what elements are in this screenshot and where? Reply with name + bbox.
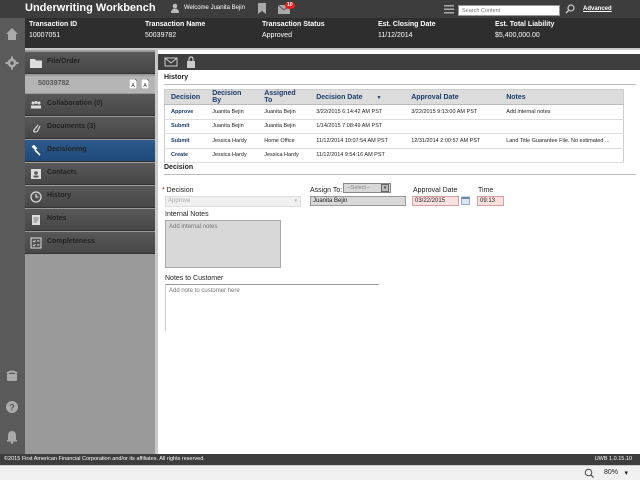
assign-to-field[interactable]: Juanita Bejin	[310, 196, 406, 206]
zoom-level[interactable]: 80%	[604, 469, 618, 476]
divider	[164, 84, 636, 85]
user-icon	[171, 3, 179, 13]
order-number: 50039782	[38, 80, 70, 87]
nav-item-contacts[interactable]: Contacts	[25, 163, 155, 185]
tx-name: Transaction Name 50039782	[145, 21, 206, 39]
nav-item-file-order[interactable]: File/Order	[25, 52, 155, 74]
internal-notes-textarea[interactable]	[165, 220, 281, 268]
checklist-icon	[30, 237, 42, 249]
toolbar	[158, 54, 640, 70]
nav-item-completeness[interactable]: Completeness	[25, 232, 155, 254]
decision-select[interactable]: Approve ▾	[165, 196, 301, 207]
col-decision-by[interactable]: Decision By	[206, 89, 259, 105]
col-notes[interactable]: Notes	[500, 89, 624, 105]
nav-item-history[interactable]: History	[25, 186, 155, 208]
lock-icon[interactable]	[184, 56, 198, 68]
browser-status-bar: 80% ▾	[0, 465, 640, 480]
history-table: Decision Decision By Assigned To Decisio…	[164, 89, 624, 163]
transaction-bar: Transaction ID 10007051 Transaction Name 5…	[25, 18, 640, 48]
nav-item-decisioning[interactable]: Decisioning	[25, 140, 155, 162]
col-decision-date[interactable]: Decision Date ▼	[310, 89, 406, 105]
internal-notes-label: Internal Notes	[165, 211, 209, 218]
table-row[interactable]: Submit Juanita Bejin Juanita Bejin 1/14/…	[164, 119, 624, 134]
decision-title: Decision	[164, 164, 194, 171]
col-assigned-to[interactable]: Assigned To	[258, 89, 311, 105]
phone-icon[interactable]	[5, 368, 19, 382]
time-field[interactable]: 09:13	[477, 196, 504, 206]
email-icon[interactable]	[164, 56, 178, 68]
order-number-row: 50039782 A A	[25, 76, 155, 93]
col-decision[interactable]: Decision	[164, 89, 207, 105]
calendar-icon[interactable]	[461, 196, 470, 205]
top-header: Underwriting Workbench Welcome Juanita B…	[0, 0, 640, 18]
time-label: Time	[478, 187, 494, 194]
gear-icon[interactable]	[5, 56, 19, 70]
contacts-icon	[31, 169, 41, 179]
table-row[interactable]: Approve Juanita Bejin Juanita Bejin 3/22…	[164, 104, 624, 120]
assign-to-select[interactable]: --Select-- ▾	[343, 183, 391, 193]
copyright-text: ©2015 First American Financial Corporati…	[4, 456, 205, 462]
tx-closing-date: Est. Closing Date 11/12/2014	[378, 21, 436, 39]
notes-icon	[32, 215, 40, 225]
table-row[interactable]: Submit Jessica Hardy Home Office 11/12/2…	[164, 133, 624, 149]
version-text: UWB 1.0.15.10	[594, 456, 632, 462]
divider	[164, 174, 636, 175]
chevron-down-icon: ▾	[381, 184, 389, 192]
assign-to-label: Assign To:	[310, 187, 343, 194]
bookmark-icon[interactable]	[258, 3, 266, 14]
footer: ©2015 First American Financial Corporati…	[0, 454, 640, 465]
chevron-down-icon: ▾	[294, 198, 297, 204]
chevron-down-icon[interactable]: ▾	[624, 469, 628, 477]
collaboration-icon	[31, 101, 41, 109]
nav-item-documents[interactable]: Documents (3)	[25, 117, 155, 139]
tx-status: Transaction Status Approved	[262, 21, 325, 39]
mail-count-badge: 10	[285, 2, 295, 9]
zoom-icon[interactable]	[584, 468, 594, 478]
svg-text:?: ?	[9, 403, 15, 413]
main-panel: History Decision Decision By Assigned To…	[158, 50, 640, 454]
col-approval-date[interactable]: Approval Date	[405, 89, 501, 105]
list-icon[interactable]	[444, 5, 454, 14]
app-title: Underwriting Workbench	[25, 2, 156, 14]
nav-item-collaboration[interactable]: Collaboration (0)	[25, 94, 155, 116]
decision-label: * Decision	[162, 187, 194, 194]
welcome-text: Welcome Juanita Bejin	[184, 5, 245, 11]
sort-desc-icon: ▼	[376, 94, 382, 101]
document-pdf-icon[interactable]: A	[141, 79, 149, 89]
nav-sidebar: File/Order 50039782 A A Collaboration (0…	[25, 50, 155, 454]
customer-notes-textarea[interactable]	[165, 284, 379, 331]
document-pdf-icon[interactable]: A	[129, 79, 137, 89]
bell-icon[interactable]	[5, 430, 19, 444]
history-title: History	[164, 74, 189, 81]
tx-total-liability: Est. Total Liability $5,400,000.00	[495, 21, 555, 39]
help-icon[interactable]: ?	[5, 400, 19, 414]
clock-icon	[30, 191, 42, 203]
icon-rail: ?	[0, 18, 25, 454]
paperclip-icon	[33, 124, 41, 133]
nav-item-notes[interactable]: Notes	[25, 209, 155, 231]
search-input[interactable]	[458, 5, 560, 16]
advanced-search-link[interactable]: Advanced	[583, 6, 612, 12]
search-icon[interactable]	[565, 4, 575, 14]
approval-date-label: Approval Date	[413, 187, 458, 194]
tx-id: Transaction ID 10007051	[29, 21, 78, 39]
gavel-icon	[31, 145, 41, 156]
home-icon[interactable]	[5, 27, 19, 41]
table-row[interactable]: Create Jessica Hardy Jessica Hardy 11/12…	[164, 148, 624, 163]
history-header-row: Decision Decision By Assigned To Decisio…	[164, 89, 624, 105]
folder-icon	[30, 59, 42, 68]
customer-notes-label: Notes to Customer	[165, 275, 224, 282]
approval-date-field[interactable]: 03/22/2015	[412, 196, 459, 206]
